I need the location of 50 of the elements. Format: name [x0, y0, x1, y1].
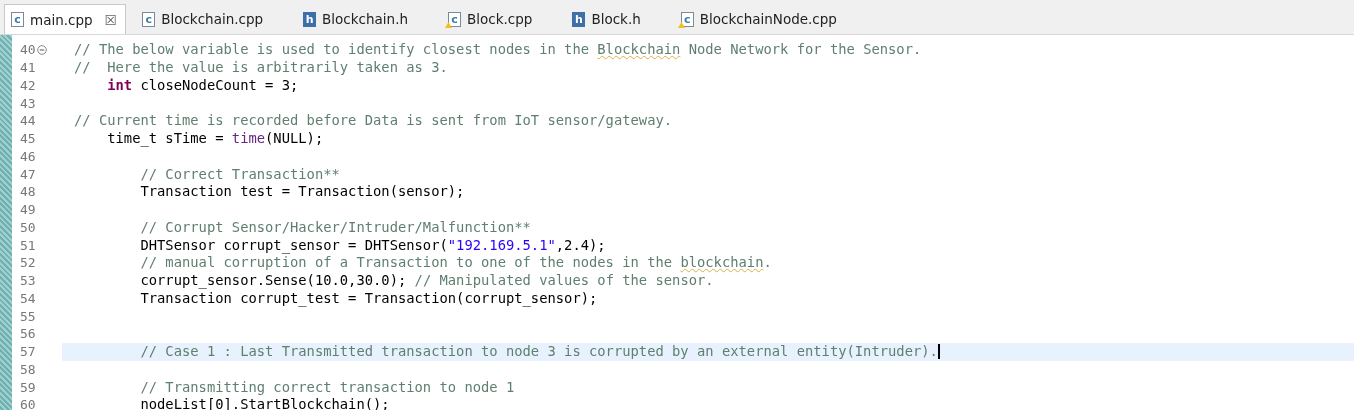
file-icon: c — [448, 11, 461, 27]
line-number: 40 — [20, 42, 36, 58]
line-number: 48 — [20, 184, 36, 200]
file-icon: c — [680, 11, 694, 27]
file-tab[interactable]: h Blockchain.h — [297, 4, 442, 34]
line-number: 58 — [20, 361, 36, 377]
line-number: 54 — [20, 290, 36, 306]
code-line: // The below variable is used to identify closest nodes in the Blockchain Node Network for the Sensor. — [74, 41, 922, 59]
line-number: 56 — [20, 326, 36, 342]
line-number: 47 — [20, 166, 36, 182]
code-line: // Corrupt Sensor/Hacker/Intruder/Malfunction** — [139, 218, 531, 236]
line-number: 55 — [20, 308, 36, 324]
line-number: 42 — [20, 77, 36, 93]
line-number: 51 — [20, 237, 36, 253]
file-tab[interactable]: c Block.cpp — [442, 4, 567, 34]
code-line: Transaction corrupt_test = Transaction(corrupt_sensor); — [139, 289, 598, 307]
code-line: int closeNodeCount = 3; — [106, 76, 299, 94]
code-line: corrupt_sensor.Sense(10.0,30.0); // Manipulated values of the sensor. — [139, 272, 714, 290]
line-number: 59 — [20, 379, 36, 395]
code-line: time_t sTime = time(NULL); — [106, 130, 324, 148]
line-number: 49 — [20, 202, 36, 218]
line-number: 44 — [20, 113, 36, 129]
code-line: // Here the value is arbitrarily taken as 3. — [74, 59, 448, 77]
code-line: // Case 1 : Last Transmitted transaction to node 3 is corrupted by an external entity(Intruder). — [139, 343, 938, 361]
file-icon: c — [11, 12, 24, 27]
line-number: 60 — [20, 397, 36, 410]
line-number: 57 — [20, 344, 36, 360]
file-icon: h — [572, 11, 586, 27]
line-number: 46 — [20, 148, 36, 164]
line-number: 41 — [20, 60, 36, 76]
file-tab[interactable]: h Block.h — [566, 4, 675, 34]
file-icon: c — [142, 11, 156, 27]
code-line: // Correct Transaction** — [139, 165, 340, 183]
line-number: 45 — [20, 131, 36, 147]
close-icon[interactable]: ☒ — [104, 11, 118, 28]
file-tab[interactable]: c main.cpp ☒ — [4, 4, 127, 34]
code-line: DHTSensor corrupt_sensor = DHTSensor("192.169.5.1",2.4); — [139, 236, 606, 254]
line-number: 43 — [20, 95, 36, 111]
file-icon: h — [303, 11, 317, 27]
file-tab[interactable]: c BlockchainNode.cpp — [674, 4, 871, 34]
line-number: 52 — [20, 255, 36, 271]
file-tab[interactable]: c Blockchain.cpp — [136, 4, 298, 34]
text-cursor — [937, 344, 940, 360]
line-number: 53 — [20, 273, 36, 289]
code-line: Transaction test = Transaction(sensor); — [139, 183, 465, 201]
collapse-icon[interactable] — [36, 44, 47, 55]
code-line: // Current time is recorded before Data is sent from IoT sensor/gateway. — [74, 112, 673, 130]
code-line: // Transmitting correct transaction to node 1 — [139, 378, 515, 396]
line-number: 50 — [20, 219, 36, 235]
code-line: // manual corruption of a Transaction to one of the nodes in the blockchain. — [139, 254, 772, 272]
